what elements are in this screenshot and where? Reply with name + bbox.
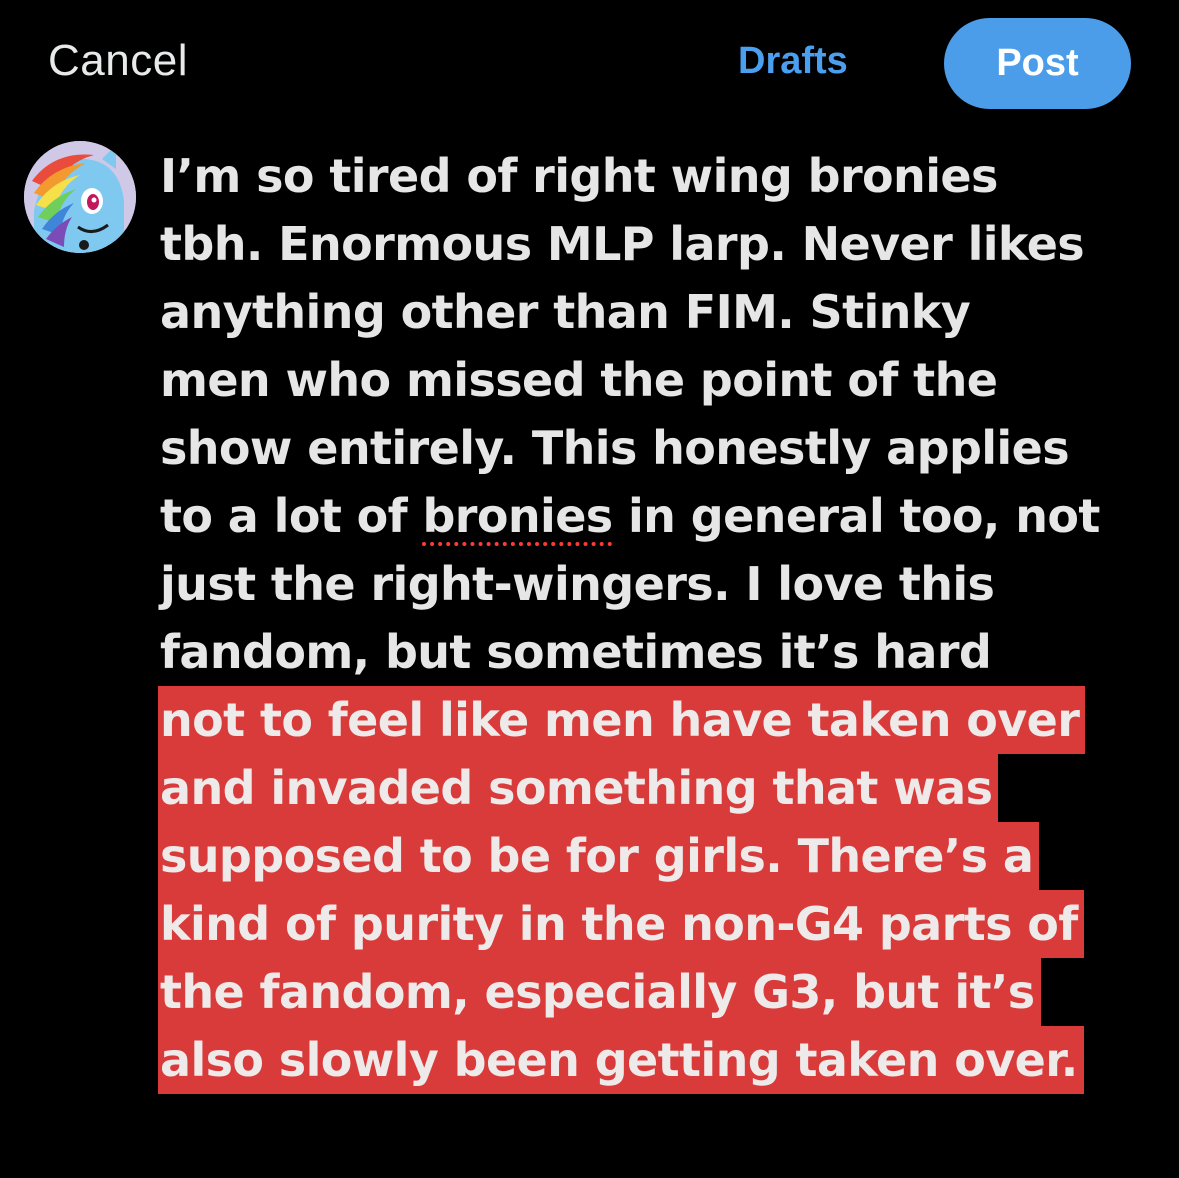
highlighted-line: kind of purity in the non-G4 parts of [158,890,1160,958]
highlighted-line: and invaded something that was [158,754,1160,822]
text-segment: to a lot of [160,489,423,543]
text-line: men who missed the point of the [160,353,998,407]
text-line: anything other than FIM. Stinky [160,285,971,339]
tweet-composer-text[interactable]: I’m so tired of right wing bronies tbh. … [158,142,1160,1094]
selection-highlight: supposed to be for girls. There’s a [158,822,1040,890]
drafts-button[interactable]: Drafts [738,40,848,83]
cancel-button[interactable]: Cancel [48,36,188,86]
text-segment: in general too, not [612,489,1100,543]
selection-highlight: kind of purity in the non-G4 parts of [158,890,1084,958]
text-line: fandom, but sometimes it’s hard [160,625,992,679]
misspelled-word[interactable]: bronies [422,489,613,543]
highlighted-line: not to feel like men have taken over [158,686,1160,754]
selection-highlight: also slowly been getting taken over. [158,1026,1084,1094]
text-line: just the right-wingers. I love this [160,557,995,611]
text-line: tbh. Enormous MLP larp. Never likes [160,217,1085,271]
highlighted-line: the fandom, especially G3, but it’s [158,958,1160,1026]
text-line: show entirely. This honestly applies [160,421,1070,475]
highlighted-line: also slowly been getting taken over. [158,1026,1160,1094]
text-line: to a lot of bronies in general too, not [160,482,1160,550]
selection-highlight: not to feel like men have taken over [158,686,1086,754]
pony-avatar-icon [24,141,136,253]
highlighted-line: supposed to be for girls. There’s a [158,822,1160,890]
avatar [24,141,136,253]
selection-highlight: and invaded something that was [158,754,999,822]
selection-highlight: the fandom, especially G3, but it’s [158,958,1041,1026]
post-button[interactable]: Post [944,18,1131,109]
text-line: I’m so tired of right wing bronies [160,149,998,203]
